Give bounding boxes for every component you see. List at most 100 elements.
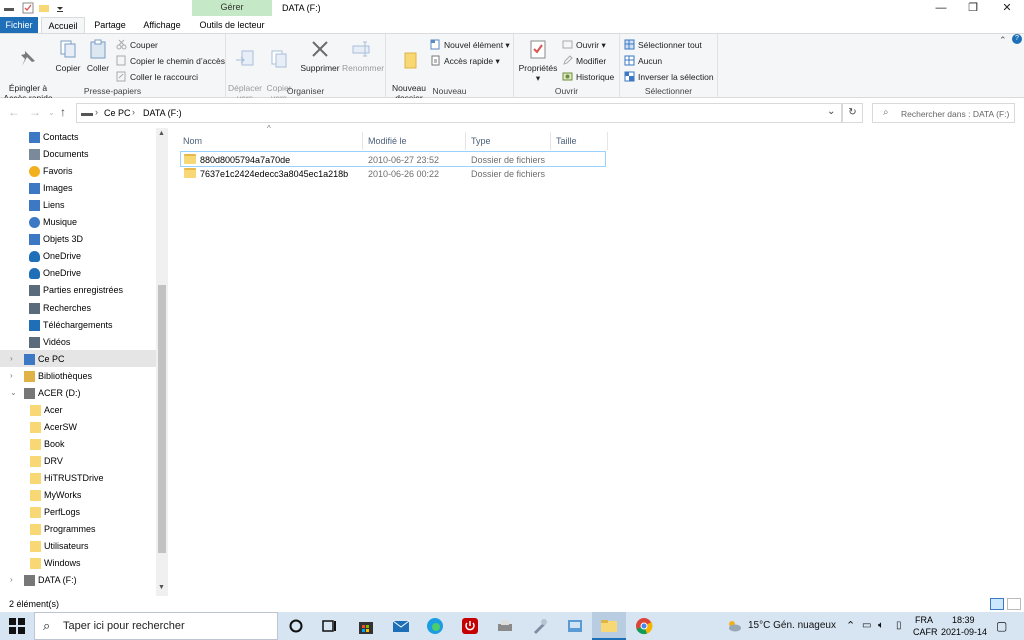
- group-select: Sélectionner tout Aucun Inverser la séle…: [620, 34, 718, 98]
- collapsed-chevron-icon[interactable]: ›: [10, 575, 13, 584]
- tools-app-icon[interactable]: [531, 617, 549, 635]
- input-language[interactable]: FRA: [915, 614, 933, 626]
- window-menu-icon[interactable]: [3, 2, 15, 14]
- taskbar: ⌕ Taper ici pour rechercher 15°C Gén. nu…: [0, 612, 1024, 640]
- column-header-type[interactable]: Type: [467, 132, 551, 150]
- battery-icon[interactable]: ▯: [896, 612, 902, 640]
- tab-accueil[interactable]: Accueil: [41, 17, 85, 34]
- column-header-modifie[interactable]: Modifié le: [364, 132, 466, 150]
- folder-icon: [30, 558, 41, 569]
- new-item-icon: [430, 39, 440, 50]
- contextual-tab-gerer[interactable]: Gérer: [192, 0, 272, 16]
- copy-icon: [60, 40, 76, 58]
- new-folder-quick-icon[interactable]: [38, 2, 50, 14]
- history-button[interactable]: Historique: [562, 71, 614, 83]
- invert-selection-button[interactable]: Inverser la sélection: [624, 71, 714, 83]
- taskbar-search-input[interactable]: ⌕ Taper ici pour rechercher: [34, 612, 278, 640]
- properties-button[interactable]: Propriétés ▾: [518, 38, 558, 83]
- tab-fichier[interactable]: Fichier: [0, 17, 38, 34]
- paste-shortcut-button[interactable]: Coller le raccourci: [116, 71, 198, 83]
- collapsed-chevron-icon[interactable]: ›: [10, 371, 13, 380]
- properties-quick-icon[interactable]: [22, 2, 34, 14]
- sidebar-item-label: AcerSW: [44, 422, 78, 432]
- keyboard-layout[interactable]: CAFR: [913, 626, 938, 638]
- file-row[interactable]: 880d8005794a7a70de 2010-06-27 23:52 Doss…: [180, 151, 606, 167]
- notifications-icon[interactable]: ▢: [996, 612, 1007, 640]
- new-item-label: Nouvel élément: [444, 40, 504, 50]
- file-explorer-taskbar-button[interactable]: [592, 612, 626, 640]
- clock-time[interactable]: 18:39: [952, 614, 975, 626]
- breadcrumb-data-f[interactable]: DATA (F:): [143, 108, 182, 118]
- recent-locations-chevron-icon[interactable]: ⌄: [48, 108, 55, 117]
- nav-scrollbar-thumb[interactable]: [158, 285, 166, 553]
- chrome-icon[interactable]: [635, 617, 653, 635]
- cortana-icon[interactable]: [287, 617, 305, 635]
- sidebar-item-label: Acer: [44, 405, 63, 415]
- weather-cloud-icon[interactable]: [726, 618, 742, 634]
- customize-quick-access-icon[interactable]: [54, 2, 66, 14]
- sidebar-item-label: Book: [44, 439, 65, 449]
- tab-outils-de-lecteur[interactable]: Outils de lecteur: [192, 17, 272, 34]
- up-arrow-icon[interactable]: ↑: [60, 105, 66, 119]
- cut-label: Couper: [130, 40, 158, 50]
- copy-button[interactable]: Copier: [54, 38, 82, 73]
- back-arrow-icon[interactable]: ←: [8, 105, 20, 119]
- mail-icon[interactable]: [392, 617, 410, 635]
- close-button[interactable]: ✕: [991, 0, 1023, 17]
- sidebar-item-label: Images: [43, 183, 73, 193]
- expanded-chevron-icon[interactable]: ⌄: [10, 388, 17, 397]
- paste-button[interactable]: Coller: [84, 38, 112, 73]
- store-icon[interactable]: [357, 617, 375, 635]
- tab-affichage[interactable]: Affichage: [136, 17, 188, 34]
- cut-button[interactable]: Couper: [116, 39, 158, 51]
- collapse-ribbon-icon[interactable]: ⌃: [999, 35, 1007, 46]
- minimize-button[interactable]: —: [925, 0, 957, 17]
- sidebar-item-label: OneDrive: [43, 251, 82, 261]
- open-button[interactable]: Ouvrir ▾: [562, 39, 606, 51]
- new-item-button[interactable]: Nouvel élément ▾: [430, 39, 510, 51]
- column-header-nom[interactable]: Nom: [179, 132, 363, 150]
- scroll-down-icon[interactable]: ▼: [158, 584, 165, 591]
- edit-button[interactable]: Modifier: [562, 55, 606, 67]
- forward-arrow-icon[interactable]: →: [29, 105, 41, 119]
- address-dropdown-chevron-icon[interactable]: ⌄: [827, 106, 835, 117]
- show-hidden-icons-chevron-icon[interactable]: ⌃: [846, 612, 855, 640]
- rename-button[interactable]: Renommer: [342, 38, 384, 73]
- folder-icon: [30, 541, 41, 552]
- select-none-button[interactable]: Aucun: [624, 55, 662, 67]
- properties-dropdown-icon[interactable]: ▾: [536, 73, 540, 83]
- select-all-button[interactable]: Sélectionner tout: [624, 39, 702, 51]
- saved-games-icon: [29, 285, 40, 296]
- sidebar-item-label: Téléchargements: [43, 320, 113, 330]
- delete-button[interactable]: Supprimer: [300, 38, 340, 73]
- power-app-icon[interactable]: [461, 617, 479, 635]
- file-row[interactable]: 7637e1c2424edecc3a8045ec1a218b 2010-06-2…: [180, 166, 606, 182]
- control-panel-icon[interactable]: [566, 617, 584, 635]
- weather-text[interactable]: 15°C Gén. nuageux: [748, 612, 836, 640]
- printer-app-icon[interactable]: [496, 617, 514, 635]
- speaker-icon[interactable]: 🔈︎: [878, 612, 884, 640]
- music-icon: [29, 217, 40, 228]
- copy-path-label: Copier le chemin d’accès: [130, 56, 225, 66]
- column-header-taille[interactable]: Taille: [552, 132, 608, 150]
- scroll-up-icon[interactable]: ▲: [158, 130, 165, 137]
- windows-start-icon[interactable]: [8, 617, 26, 635]
- copy-path-button[interactable]: Copier le chemin d’accès: [116, 55, 225, 67]
- restore-button[interactable]: ❐: [957, 0, 989, 17]
- details-view-icon[interactable]: [990, 598, 1004, 610]
- edge-icon[interactable]: [426, 617, 444, 635]
- large-icons-view-icon[interactable]: [1007, 598, 1021, 610]
- easy-access-button[interactable]: Accès rapide ▾: [430, 55, 500, 67]
- collapsed-chevron-icon[interactable]: ›: [10, 354, 13, 363]
- select-none-label: Aucun: [638, 56, 663, 66]
- tab-partage[interactable]: Partage: [88, 17, 132, 34]
- address-box[interactable]: › Ce PC › DATA (F:) ⌄: [76, 103, 842, 123]
- task-view-icon[interactable]: [320, 617, 338, 635]
- breadcrumb-ce-pc[interactable]: Ce PC: [104, 108, 131, 118]
- paste-icon: [90, 39, 106, 59]
- refresh-icon[interactable]: ↻: [842, 103, 863, 123]
- help-icon[interactable]: ?: [1012, 34, 1022, 44]
- search-input[interactable]: ⌕ Rechercher dans : DATA (F:): [872, 103, 1015, 123]
- network-icon[interactable]: ▭: [862, 612, 871, 640]
- clock-date[interactable]: 2021-09-14: [941, 626, 987, 638]
